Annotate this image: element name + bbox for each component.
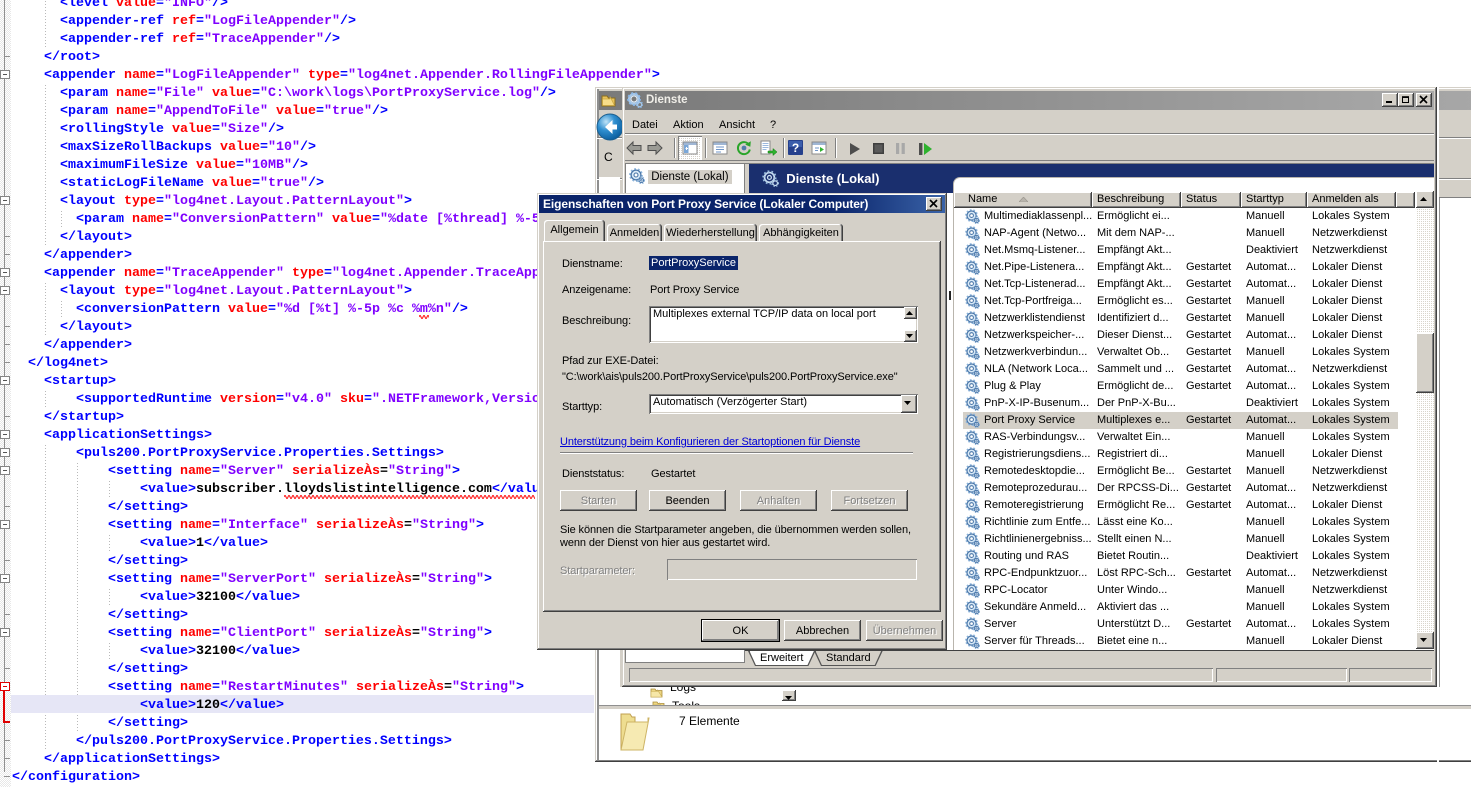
svg-text:?: ?: [792, 141, 799, 155]
